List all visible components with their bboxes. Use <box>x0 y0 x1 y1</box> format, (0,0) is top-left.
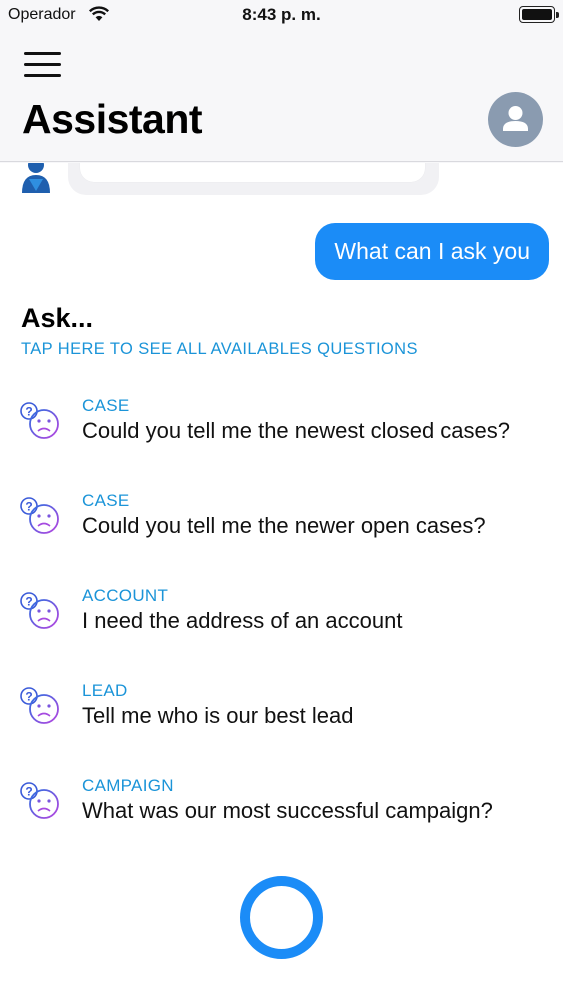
question-face-icon: ? <box>18 400 64 442</box>
suggested-question-item[interactable]: ? CASE Could you tell me the newest closed… <box>0 396 563 466</box>
question-category: CASE <box>82 491 130 510</box>
person-icon <box>503 106 528 131</box>
question-face-icon: ? <box>18 495 64 537</box>
app-header: Assistant <box>0 30 563 162</box>
hamburger-menu-icon[interactable] <box>24 52 62 78</box>
question-category: CAMPAIGN <box>82 776 174 795</box>
question-face-icon: ? <box>18 590 64 632</box>
battery-icon <box>519 6 559 23</box>
chat-area[interactable]: What can I ask you Ask... TAP HERE TO SE… <box>0 163 563 1000</box>
voice-input-button[interactable] <box>240 876 323 959</box>
assistant-message-bubble <box>68 163 439 195</box>
user-profile-icon[interactable] <box>488 92 543 147</box>
question-text: Tell me who is our best lead <box>82 703 354 728</box>
user-message-bubble[interactable]: What can I ask you <box>315 223 549 280</box>
question-category: ACCOUNT <box>82 586 169 605</box>
all-questions-link[interactable]: TAP HERE TO SEE ALL AVAILABLES QUESTIONS <box>21 340 418 359</box>
suggested-question-item[interactable]: ? CASE Could you tell me the newer open ca… <box>0 491 563 561</box>
question-text: Could you tell me the newer open cases? <box>82 513 486 538</box>
question-text: Could you tell me the newest closed case… <box>82 418 511 443</box>
suggested-question-item[interactable]: ? CAMPAIGN What was our most successful ca… <box>0 776 563 846</box>
question-text: I need the address of an account <box>82 608 403 633</box>
status-time: 8:43 p. m. <box>242 5 321 24</box>
assistant-message-card <box>80 163 425 182</box>
page-title: Assistant <box>22 96 203 142</box>
suggested-question-item[interactable]: ? LEAD Tell me who is our best lead <box>0 681 563 751</box>
status-bar: Operador 8:43 p. m. <box>0 0 563 30</box>
suggested-question-item[interactable]: ? ACCOUNT I need the address of an account <box>0 586 563 656</box>
question-category: CASE <box>82 396 130 415</box>
question-face-icon: ? <box>18 780 64 822</box>
assistant-avatar-icon <box>22 163 50 193</box>
suggestions-title: Ask... <box>21 303 94 333</box>
question-text: What was our most successful campaign? <box>82 798 493 823</box>
question-category: LEAD <box>82 681 128 700</box>
question-face-icon: ? <box>18 685 64 727</box>
